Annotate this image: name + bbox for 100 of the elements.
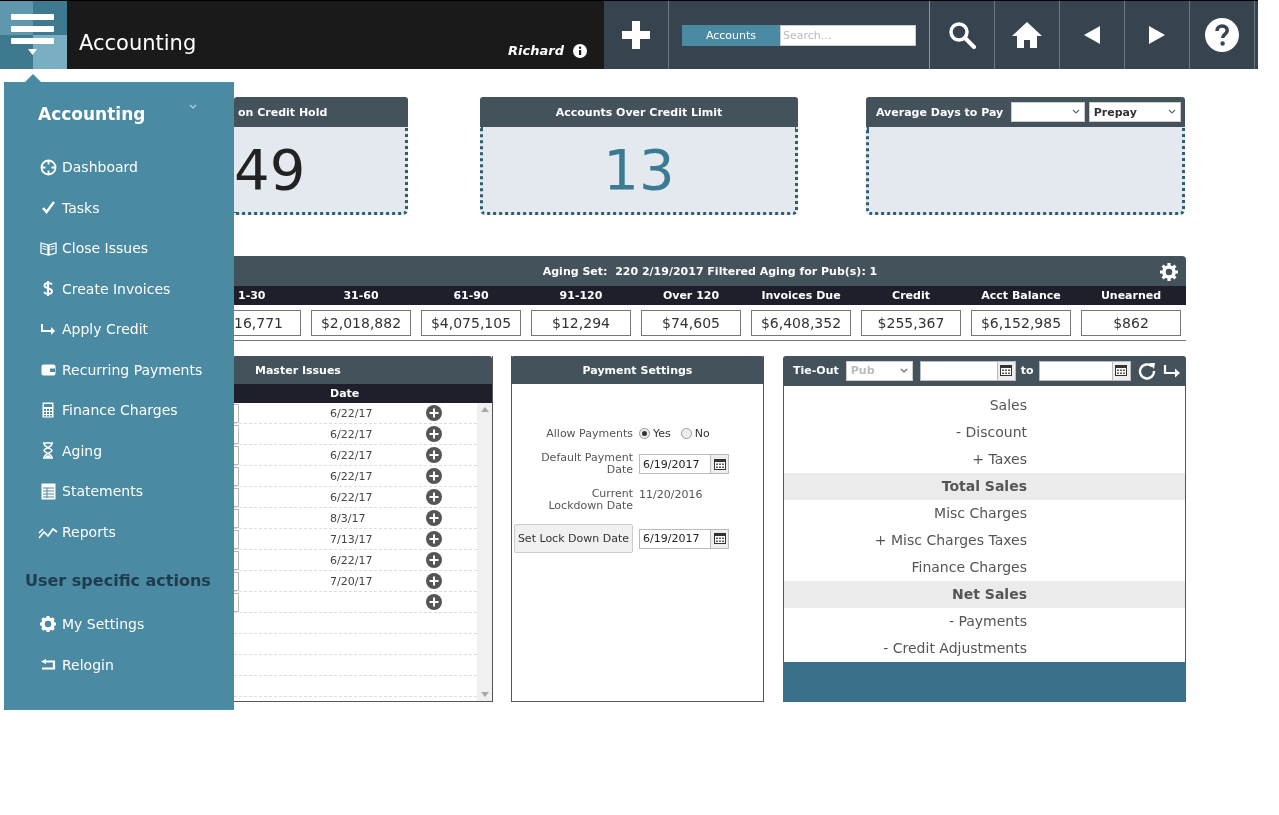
input-field[interactable] <box>234 445 239 465</box>
column-header: 1-30 <box>237 288 267 304</box>
column-header: Over 120 <box>661 288 721 304</box>
wallet-icon <box>40 363 56 377</box>
settings-icon[interactable] <box>1160 263 1178 281</box>
total-label: Net Sales <box>952 586 1027 603</box>
menu-item[interactable]: Tasks <box>4 187 234 228</box>
date-cell-text: 6/22/17 <box>330 448 374 462</box>
panel-title: Aging Set: 220 2/19/2017 Filtered Aging for Pub(s): 1 <box>542 264 878 278</box>
add-icon[interactable] <box>426 468 442 484</box>
date-cell-text: 6/22/17 <box>330 469 374 483</box>
add-icon[interactable] <box>426 573 442 589</box>
column-header: Unearned <box>1099 288 1163 304</box>
input-field[interactable] <box>234 424 239 444</box>
radio-button[interactable] <box>680 428 692 439</box>
menu-button[interactable] <box>0 1 67 69</box>
line-label: - Credit Adjustments <box>883 640 1027 657</box>
card-title: Accounts Over Credit Limit <box>555 105 723 119</box>
add-icon[interactable] <box>426 405 442 421</box>
radio-button[interactable] <box>639 428 650 439</box>
info-icon[interactable] <box>573 44 587 58</box>
calendar-icon <box>1000 365 1013 377</box>
chevron-icon <box>1168 109 1176 115</box>
add-icon[interactable] <box>426 447 442 463</box>
input-field[interactable] <box>234 508 239 528</box>
calendar-button[interactable] <box>711 528 729 549</box>
card-title: Average Days to Pay <box>876 105 1004 119</box>
input-field[interactable] <box>234 466 239 486</box>
column-header: 31-60 <box>342 288 380 304</box>
count-value: 49 <box>234 141 306 198</box>
menu-item[interactable]: Aging <box>4 430 234 471</box>
date-cell-text: 8/3/17 <box>330 511 367 525</box>
card-title: on Credit Hold <box>238 105 328 119</box>
add-icon[interactable] <box>426 510 442 526</box>
input-field[interactable] <box>234 592 239 612</box>
calendar-icon <box>713 533 726 544</box>
home-icon <box>1011 21 1043 49</box>
menu-item[interactable]: Reports <box>4 511 234 552</box>
amount-cell: $74,605 <box>641 309 741 336</box>
line-label: Misc Charges <box>934 505 1027 522</box>
add-icon[interactable] <box>426 552 442 568</box>
calendar-button[interactable] <box>711 454 729 474</box>
search-icon <box>948 21 976 49</box>
set-lock-down-date-button[interactable]: Set Lock Down Date <box>513 524 633 553</box>
menu-item[interactable]: Close Issues <box>4 228 234 269</box>
line-label: Sales <box>989 397 1027 414</box>
search-scope-button[interactable]: Accounts <box>682 24 780 46</box>
menu-item[interactable]: My Settings <box>4 604 234 645</box>
calendar-button[interactable] <box>1112 360 1131 381</box>
amount-cell: 16,771 <box>234 309 301 336</box>
date-cell-text: 6/22/17 <box>330 406 374 420</box>
field-label: Allow Payments <box>546 427 633 440</box>
menu-item[interactable]: Apply Credit <box>4 309 234 350</box>
amount-cell: $2,018,882 <box>311 309 411 336</box>
add-icon[interactable] <box>426 489 442 505</box>
calendar-button[interactable] <box>997 360 1016 381</box>
add-icon[interactable] <box>426 426 442 442</box>
input-field[interactable] <box>234 571 239 591</box>
menu-item[interactable]: Finance Charges <box>4 390 234 431</box>
radio-label: Yes <box>653 427 671 440</box>
amount-cell: $862 <box>1081 309 1181 336</box>
input-field[interactable] <box>234 529 239 549</box>
count-value: 13 <box>603 141 675 198</box>
hourglass-icon <box>42 442 54 460</box>
date-field[interactable] <box>919 360 998 381</box>
menu-item[interactable]: Create Invoices <box>4 268 234 309</box>
amount-cell: $6,152,985 <box>971 309 1071 336</box>
calendar-icon <box>1115 365 1128 377</box>
forward-icon <box>1149 26 1165 44</box>
chevron-icon <box>1071 109 1080 115</box>
turn-arrow-icon[interactable] <box>1162 363 1181 378</box>
search-field[interactable]: Search... <box>780 24 916 46</box>
total-label: Total Sales <box>941 478 1027 495</box>
menu-item[interactable]: Recurring Payments <box>4 349 234 390</box>
settings-icon <box>40 616 56 633</box>
input-field[interactable] <box>234 487 239 507</box>
menu-item[interactable]: Relogin <box>4 644 234 685</box>
turn-arrow-icon <box>40 323 56 336</box>
input-field[interactable] <box>234 403 239 423</box>
menu-item[interactable]: Dashboard <box>4 147 234 188</box>
date-cell-text: 6/22/17 <box>330 553 374 567</box>
column-header: 91-120 <box>558 288 604 304</box>
date-field[interactable]: 6/19/2017 <box>639 528 711 549</box>
line-label: - Payments <box>948 613 1027 630</box>
refresh-icon[interactable] <box>1137 361 1156 380</box>
dropdown[interactable]: Prepay <box>1088 102 1181 122</box>
menu-item[interactable]: Statements <box>4 471 234 512</box>
date-field[interactable]: 6/19/2017 <box>639 454 711 474</box>
add-icon[interactable] <box>426 531 442 547</box>
column-header: 61-90 <box>452 288 490 304</box>
radio-label: No <box>694 427 710 440</box>
checkmark-icon <box>40 200 56 216</box>
dollar-icon <box>42 280 54 298</box>
panel-title: Master Issues <box>255 363 341 377</box>
column-header: Acct Balance <box>980 288 1062 304</box>
panel-title: Payment Settings <box>582 363 693 377</box>
input-field[interactable] <box>234 550 239 570</box>
return-arrow-icon <box>40 658 56 671</box>
add-icon[interactable] <box>426 594 442 610</box>
date-field[interactable] <box>1038 360 1113 381</box>
